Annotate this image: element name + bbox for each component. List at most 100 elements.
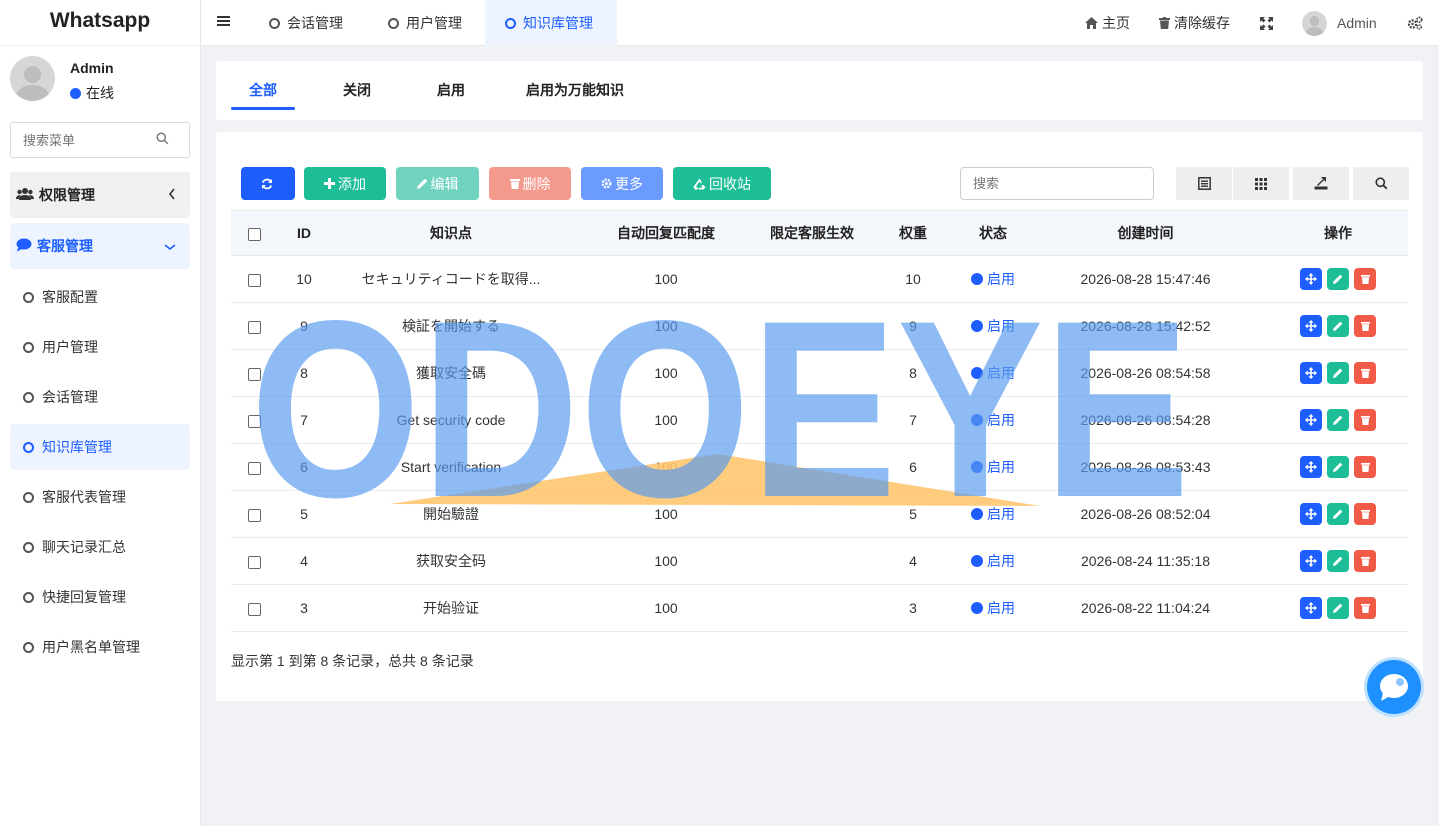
sidebar-item-user-management[interactable]: 用户管理 xyxy=(10,324,190,370)
row-delete-button[interactable] xyxy=(1354,315,1376,337)
toggle-view-button[interactable] xyxy=(1176,167,1232,200)
row-checkbox[interactable] xyxy=(247,414,261,428)
trash-icon xyxy=(1360,274,1370,284)
app-logo[interactable]: Whatsapp xyxy=(0,0,200,46)
sidebar-item-label: 知识库管理 xyxy=(42,439,112,455)
select-all-checkbox[interactable] xyxy=(247,227,261,241)
row-delete-button[interactable] xyxy=(1354,268,1376,290)
drag-sort-button[interactable] xyxy=(1300,362,1322,384)
drag-sort-button[interactable] xyxy=(1300,597,1322,619)
sidebar-item-session-management[interactable]: 会话管理 xyxy=(10,374,190,420)
filter-tab-closed[interactable]: 关闭 xyxy=(326,61,388,120)
row-delete-button[interactable] xyxy=(1354,409,1376,431)
row-edit-button[interactable] xyxy=(1327,409,1349,431)
row-delete-button[interactable] xyxy=(1354,597,1376,619)
admin-menu[interactable]: Admin xyxy=(1302,0,1377,46)
chevron-left-icon xyxy=(168,187,176,203)
refresh-button[interactable] xyxy=(241,167,295,200)
sidebar-group-permission[interactable]: 权限管理 xyxy=(10,172,190,218)
sidebar-group-service[interactable]: 客服管理 xyxy=(10,223,190,269)
column-header[interactable]: 创建时间 xyxy=(1023,210,1268,256)
row-checkbox[interactable] xyxy=(247,508,261,522)
sidebar-group-label: 权限管理 xyxy=(39,187,95,203)
fullscreen-button[interactable] xyxy=(1260,0,1277,46)
avatar xyxy=(1302,10,1327,36)
drag-sort-button[interactable] xyxy=(1300,315,1322,337)
clear-cache-label: 清除缓存 xyxy=(1174,15,1230,31)
row-edit-button[interactable] xyxy=(1327,456,1349,478)
row-checkbox[interactable] xyxy=(247,602,261,616)
search-icon[interactable] xyxy=(156,132,169,148)
sidebar-item-chat-records[interactable]: 聊天记录汇总 xyxy=(10,524,190,570)
column-header[interactable]: 自动回复匹配度 xyxy=(571,210,761,256)
row-delete-button[interactable] xyxy=(1354,550,1376,572)
row-edit-button[interactable] xyxy=(1327,503,1349,525)
row-edit-button[interactable] xyxy=(1327,550,1349,572)
row-checkbox[interactable] xyxy=(247,273,261,287)
sidebar-item-blacklist[interactable]: 用户黑名单管理 xyxy=(10,624,190,670)
tab-label: 用户管理 xyxy=(406,15,462,31)
sidebar-item-knowledge-base[interactable]: 知识库管理 xyxy=(10,424,190,470)
status-badge[interactable]: 启用 xyxy=(971,410,1015,430)
clear-cache-link[interactable]: 清除缓存 xyxy=(1159,0,1230,46)
column-header[interactable]: 权重 xyxy=(863,210,963,256)
tab-user-management[interactable]: 用户管理 xyxy=(368,0,482,46)
tab-session-management[interactable]: 会话管理 xyxy=(249,0,363,46)
settings-button[interactable] xyxy=(1407,0,1427,46)
export-button[interactable] xyxy=(1293,167,1349,200)
filter-tab-all[interactable]: 全部 xyxy=(231,61,295,120)
advanced-search-button[interactable] xyxy=(1353,167,1409,200)
drag-sort-button[interactable] xyxy=(1300,268,1322,290)
cell-limit xyxy=(761,302,863,350)
status-label: 启用 xyxy=(987,271,1015,287)
trash-icon xyxy=(1360,556,1370,566)
status-badge[interactable]: 启用 xyxy=(971,551,1015,571)
move-icon xyxy=(1305,555,1317,567)
move-icon xyxy=(1305,320,1317,332)
columns-button[interactable] xyxy=(1233,167,1289,200)
drag-sort-button[interactable] xyxy=(1300,409,1322,431)
row-edit-button[interactable] xyxy=(1327,268,1349,290)
status-badge[interactable]: 启用 xyxy=(971,269,1015,289)
row-checkbox[interactable] xyxy=(247,320,261,334)
drag-sort-button[interactable] xyxy=(1300,456,1322,478)
chat-support-button[interactable] xyxy=(1367,660,1421,714)
row-delete-button[interactable] xyxy=(1354,503,1376,525)
home-link[interactable]: 主页 xyxy=(1085,0,1130,46)
row-delete-button[interactable] xyxy=(1354,456,1376,478)
circle-icon xyxy=(23,641,34,653)
sidebar-item-quick-reply[interactable]: 快捷回复管理 xyxy=(10,574,190,620)
filter-tab-universal[interactable]: 启用为万能知识 xyxy=(512,61,638,120)
tab-knowledge-base[interactable]: 知识库管理 xyxy=(485,0,617,46)
column-header[interactable]: 状态 xyxy=(963,210,1023,256)
row-checkbox[interactable] xyxy=(247,461,261,475)
drag-sort-button[interactable] xyxy=(1300,550,1322,572)
delete-button[interactable]: 删除 xyxy=(489,167,571,200)
column-header[interactable]: ID xyxy=(277,210,331,256)
drag-sort-button[interactable] xyxy=(1300,503,1322,525)
recycle-bin-button[interactable]: 回收站 xyxy=(673,167,771,200)
status-badge[interactable]: 启用 xyxy=(971,363,1015,383)
edit-button[interactable]: 编辑 xyxy=(396,167,479,200)
menu-toggle-icon[interactable] xyxy=(217,14,231,31)
row-checkbox[interactable] xyxy=(247,367,261,381)
row-delete-button[interactable] xyxy=(1354,362,1376,384)
row-checkbox[interactable] xyxy=(247,555,261,569)
table-search-input[interactable] xyxy=(961,168,1141,199)
row-edit-button[interactable] xyxy=(1327,315,1349,337)
row-edit-button[interactable] xyxy=(1327,362,1349,384)
row-edit-button[interactable] xyxy=(1327,597,1349,619)
status-badge[interactable]: 启用 xyxy=(971,316,1015,336)
sidebar-item-service-config[interactable]: 客服配置 xyxy=(10,274,190,320)
column-header[interactable]: 限定客服生效 xyxy=(761,210,863,256)
status-badge[interactable]: 启用 xyxy=(971,457,1015,477)
sidebar-search-input[interactable] xyxy=(11,123,151,157)
status-badge[interactable]: 启用 xyxy=(971,504,1015,524)
more-button[interactable]: 更多 xyxy=(581,167,663,200)
status-badge[interactable]: 启用 xyxy=(971,598,1015,618)
sidebar-item-agent-management[interactable]: 客服代表管理 xyxy=(10,474,190,520)
filter-tab-enabled[interactable]: 启用 xyxy=(420,61,482,120)
add-button[interactable]: 添加 xyxy=(304,167,386,200)
sidebar-item-label: 用户管理 xyxy=(42,339,98,355)
column-header[interactable]: 知识点 xyxy=(331,210,571,256)
